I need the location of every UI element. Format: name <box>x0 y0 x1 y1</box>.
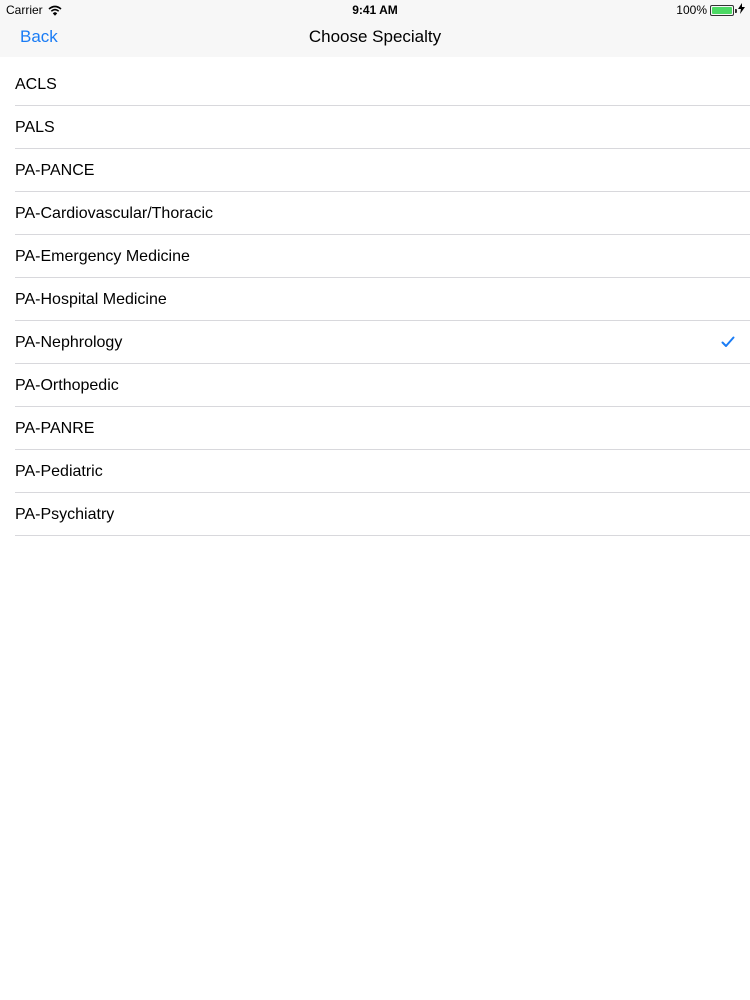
bolt-icon <box>738 3 745 17</box>
battery-percent: 100% <box>676 3 707 17</box>
list-item[interactable]: PALS <box>0 106 750 149</box>
status-bar: Carrier 9:41 AM 100% <box>0 0 750 20</box>
list-item-label: PA-Nephrology <box>15 334 123 351</box>
status-right: 100% <box>676 3 745 17</box>
battery-icon <box>710 4 737 16</box>
list-item-label: PA-Cardiovascular/Thoracic <box>15 205 213 222</box>
row-divider <box>15 535 750 536</box>
navigation-bar: Back Choose Specialty <box>0 20 750 57</box>
list-item-label: PA-Orthopedic <box>15 377 119 394</box>
list-item-label: ACLS <box>15 76 57 93</box>
list-item-label: PA-PANCE <box>15 162 95 179</box>
list-item[interactable]: PA-Orthopedic <box>0 364 750 407</box>
list-item[interactable]: PA-Psychiatry <box>0 493 750 536</box>
list-item[interactable]: PA-PANRE <box>0 407 750 450</box>
list-item[interactable]: PA-Pediatric <box>0 450 750 493</box>
list-item[interactable]: PA-PANCE <box>0 149 750 192</box>
specialty-list: ACLS PALS PA-PANCE PA-Cardiovascular/Thorac… <box>0 63 750 536</box>
list-item-label: PA-Hospital Medicine <box>15 291 167 308</box>
list-item[interactable]: PA-Hospital Medicine <box>0 278 750 321</box>
list-item[interactable]: PA-Emergency Medicine <box>0 235 750 278</box>
list-item[interactable]: PA-Nephrology <box>0 321 750 364</box>
list-item-label: PA-Psychiatry <box>15 506 115 523</box>
status-time: 9:41 AM <box>352 3 398 17</box>
list-item-label: PA-Emergency Medicine <box>15 248 190 265</box>
back-button[interactable]: Back <box>20 27 58 47</box>
checkmark-icon <box>721 336 735 347</box>
list-item-label: PALS <box>15 119 55 136</box>
list-item-label: PA-PANRE <box>15 420 95 437</box>
list-item[interactable]: PA-Cardiovascular/Thoracic <box>0 192 750 235</box>
list-item[interactable]: ACLS <box>0 63 750 106</box>
page-title: Choose Specialty <box>308 27 442 46</box>
list-item-label: PA-Pediatric <box>15 463 103 480</box>
